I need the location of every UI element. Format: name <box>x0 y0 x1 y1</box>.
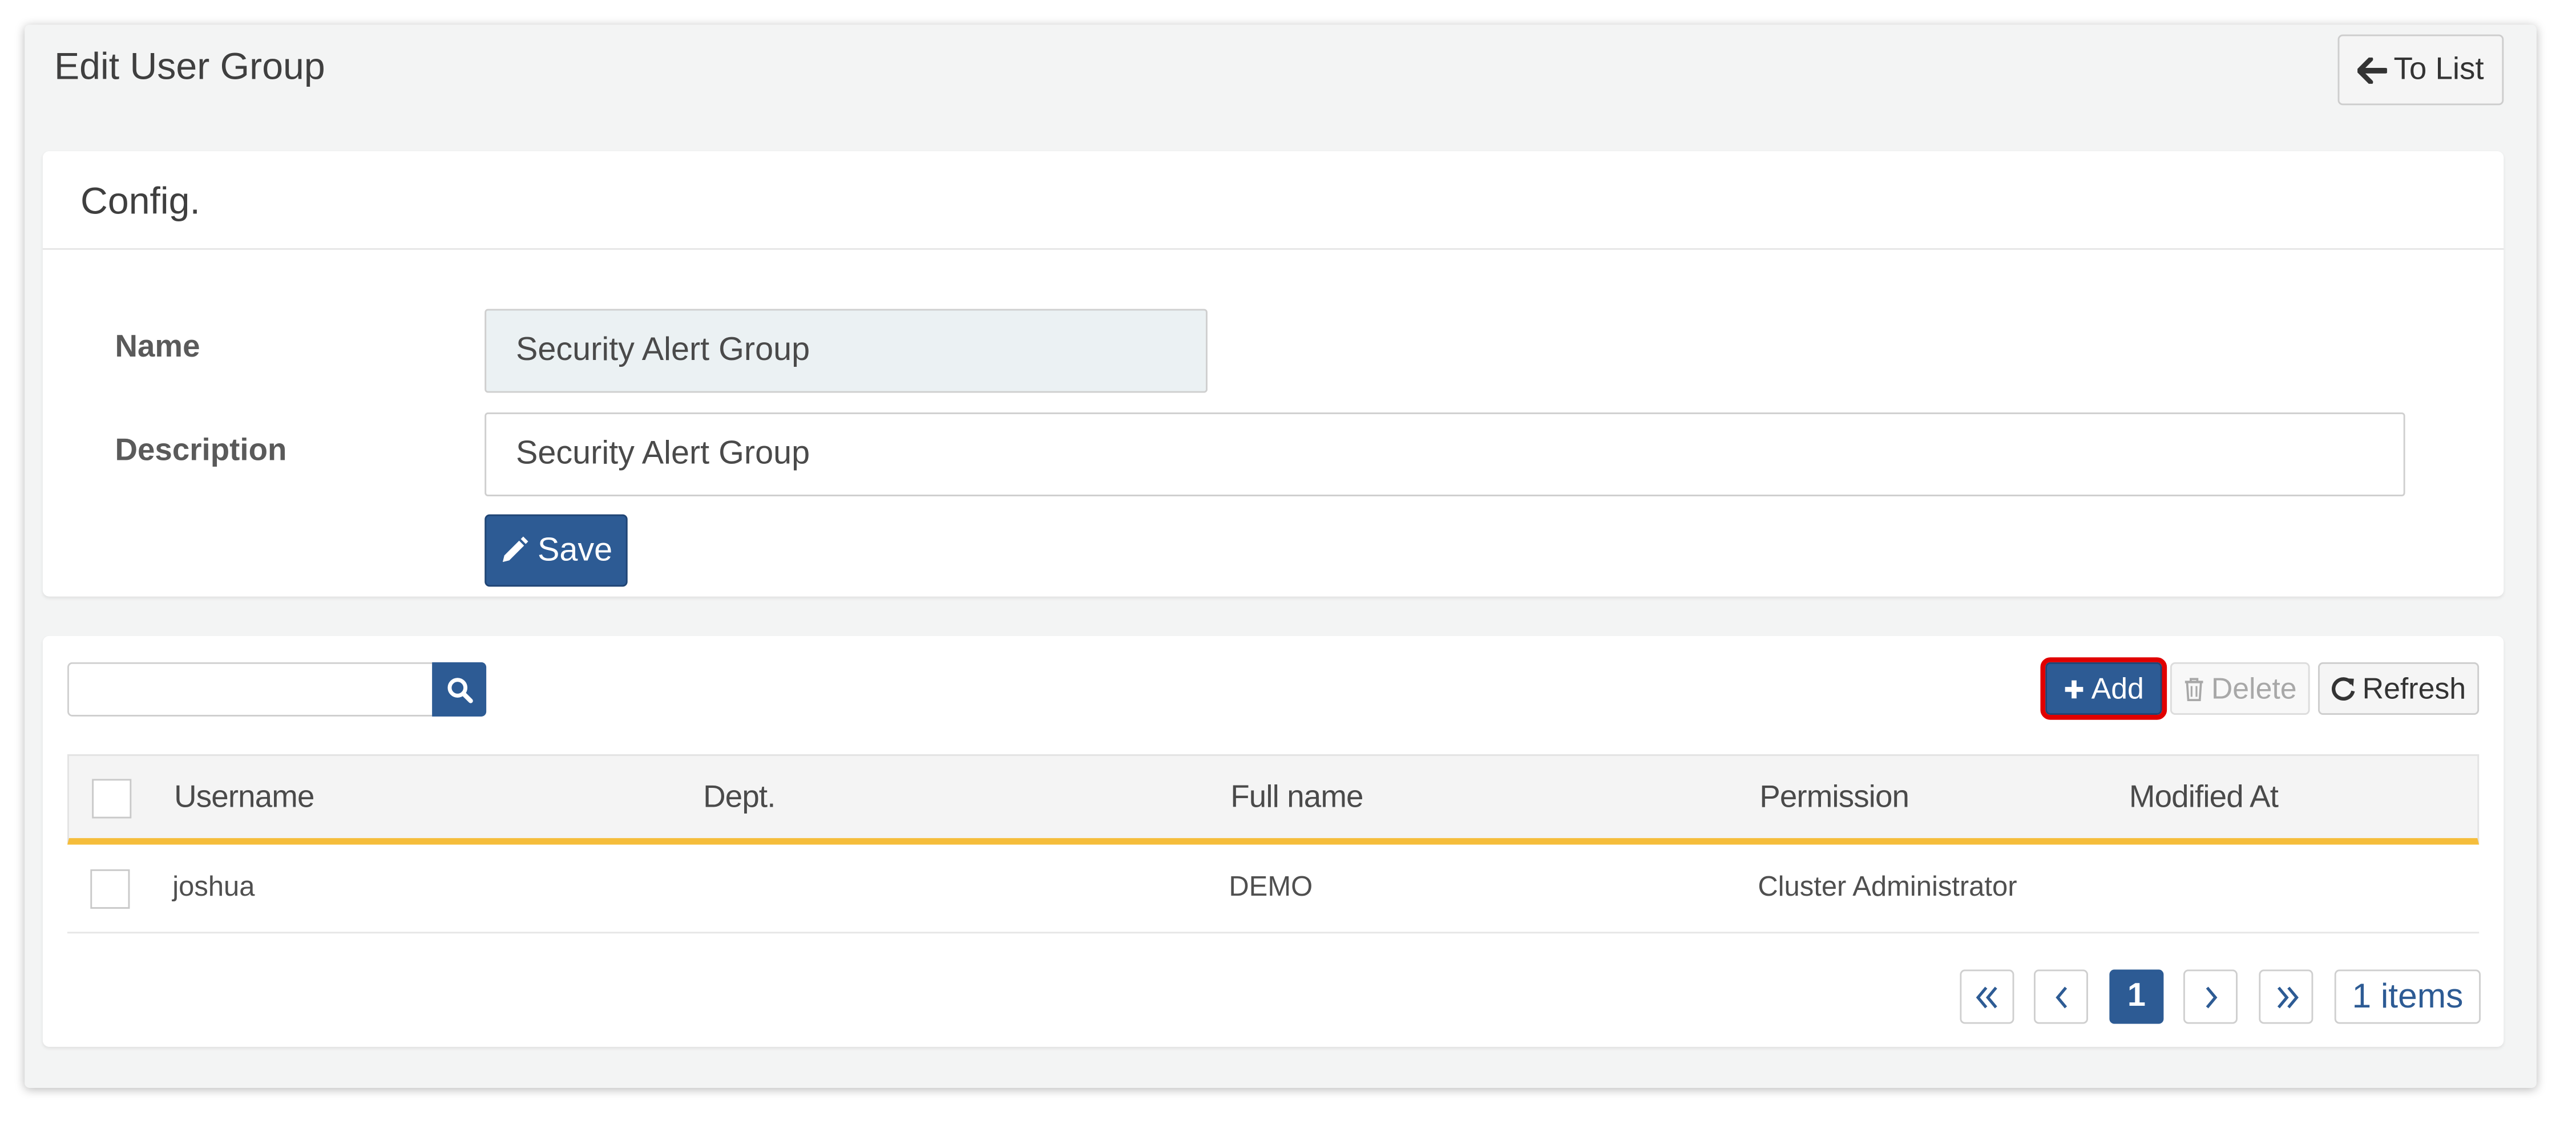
items-count: 1 items <box>2334 969 2481 1024</box>
refresh-button[interactable]: Refresh <box>2317 662 2480 715</box>
config-title: Config. <box>80 179 200 222</box>
table-header: Username Dept. Full name Permission Modi… <box>67 754 2480 845</box>
chevron-right-icon <box>2202 985 2219 1008</box>
name-field[interactable]: Security Alert Group <box>484 309 1208 393</box>
chevron-left-icon <box>2053 985 2069 1008</box>
delete-label: Delete <box>2211 671 2297 705</box>
first-page-button[interactable] <box>1960 969 2014 1024</box>
app-viewport: Edit User Group To List Config. Name Sec… <box>0 0 2576 1129</box>
double-chevron-right-icon <box>2273 985 2299 1008</box>
description-field[interactable]: Security Alert Group <box>484 412 2405 496</box>
column-header-permission[interactable]: Permission <box>1759 780 1909 816</box>
refresh-icon <box>2331 676 2356 701</box>
select-all-checkbox[interactable] <box>92 779 132 819</box>
to-list-label: To List <box>2393 51 2484 87</box>
add-label: Add <box>2091 671 2144 705</box>
search-icon <box>446 676 473 703</box>
save-label: Save <box>537 531 613 568</box>
save-button[interactable]: Save <box>484 514 628 587</box>
plus-icon <box>2064 678 2085 699</box>
previous-page-button[interactable] <box>2033 969 2088 1024</box>
table-row[interactable]: joshua DEMO Cluster Administrator <box>67 844 2480 934</box>
edit-user-group-page: Edit User Group To List Config. Name Sec… <box>25 25 2537 1088</box>
next-page-button[interactable] <box>2183 969 2238 1024</box>
row-checkbox[interactable] <box>90 869 130 909</box>
column-header-dept[interactable]: Dept. <box>703 780 776 816</box>
config-panel-header: Config. <box>42 151 2504 250</box>
add-button[interactable]: Add <box>2040 657 2167 720</box>
column-header-full-name[interactable]: Full name <box>1230 780 1363 816</box>
double-chevron-left-icon <box>1974 985 2000 1008</box>
cell-permission: Cluster Administrator <box>1758 871 2017 903</box>
search-button[interactable] <box>432 662 487 717</box>
delete-button[interactable]: Delete <box>2170 662 2310 715</box>
members-panel: Add Delete Refresh Username Dept. Full n… <box>42 636 2504 1047</box>
last-page-button[interactable] <box>2259 969 2313 1024</box>
to-list-button[interactable]: To List <box>2337 34 2504 106</box>
pencil-icon <box>500 536 530 565</box>
refresh-label: Refresh <box>2362 671 2466 705</box>
page-1-button[interactable]: 1 <box>2109 969 2164 1024</box>
trash-icon <box>2183 676 2204 701</box>
cell-username: joshua <box>172 871 255 903</box>
column-header-modified-at[interactable]: Modified At <box>2129 780 2279 816</box>
arrow-left-icon <box>2357 56 2387 83</box>
name-label: Name <box>115 330 200 365</box>
column-header-username[interactable]: Username <box>174 780 314 816</box>
config-panel: Config. Name Security Alert Group Descri… <box>42 151 2504 597</box>
search-input[interactable] <box>67 662 433 717</box>
cell-full-name: DEMO <box>1229 871 1313 903</box>
description-label: Description <box>115 434 287 468</box>
page-title: Edit User Group <box>54 44 325 87</box>
